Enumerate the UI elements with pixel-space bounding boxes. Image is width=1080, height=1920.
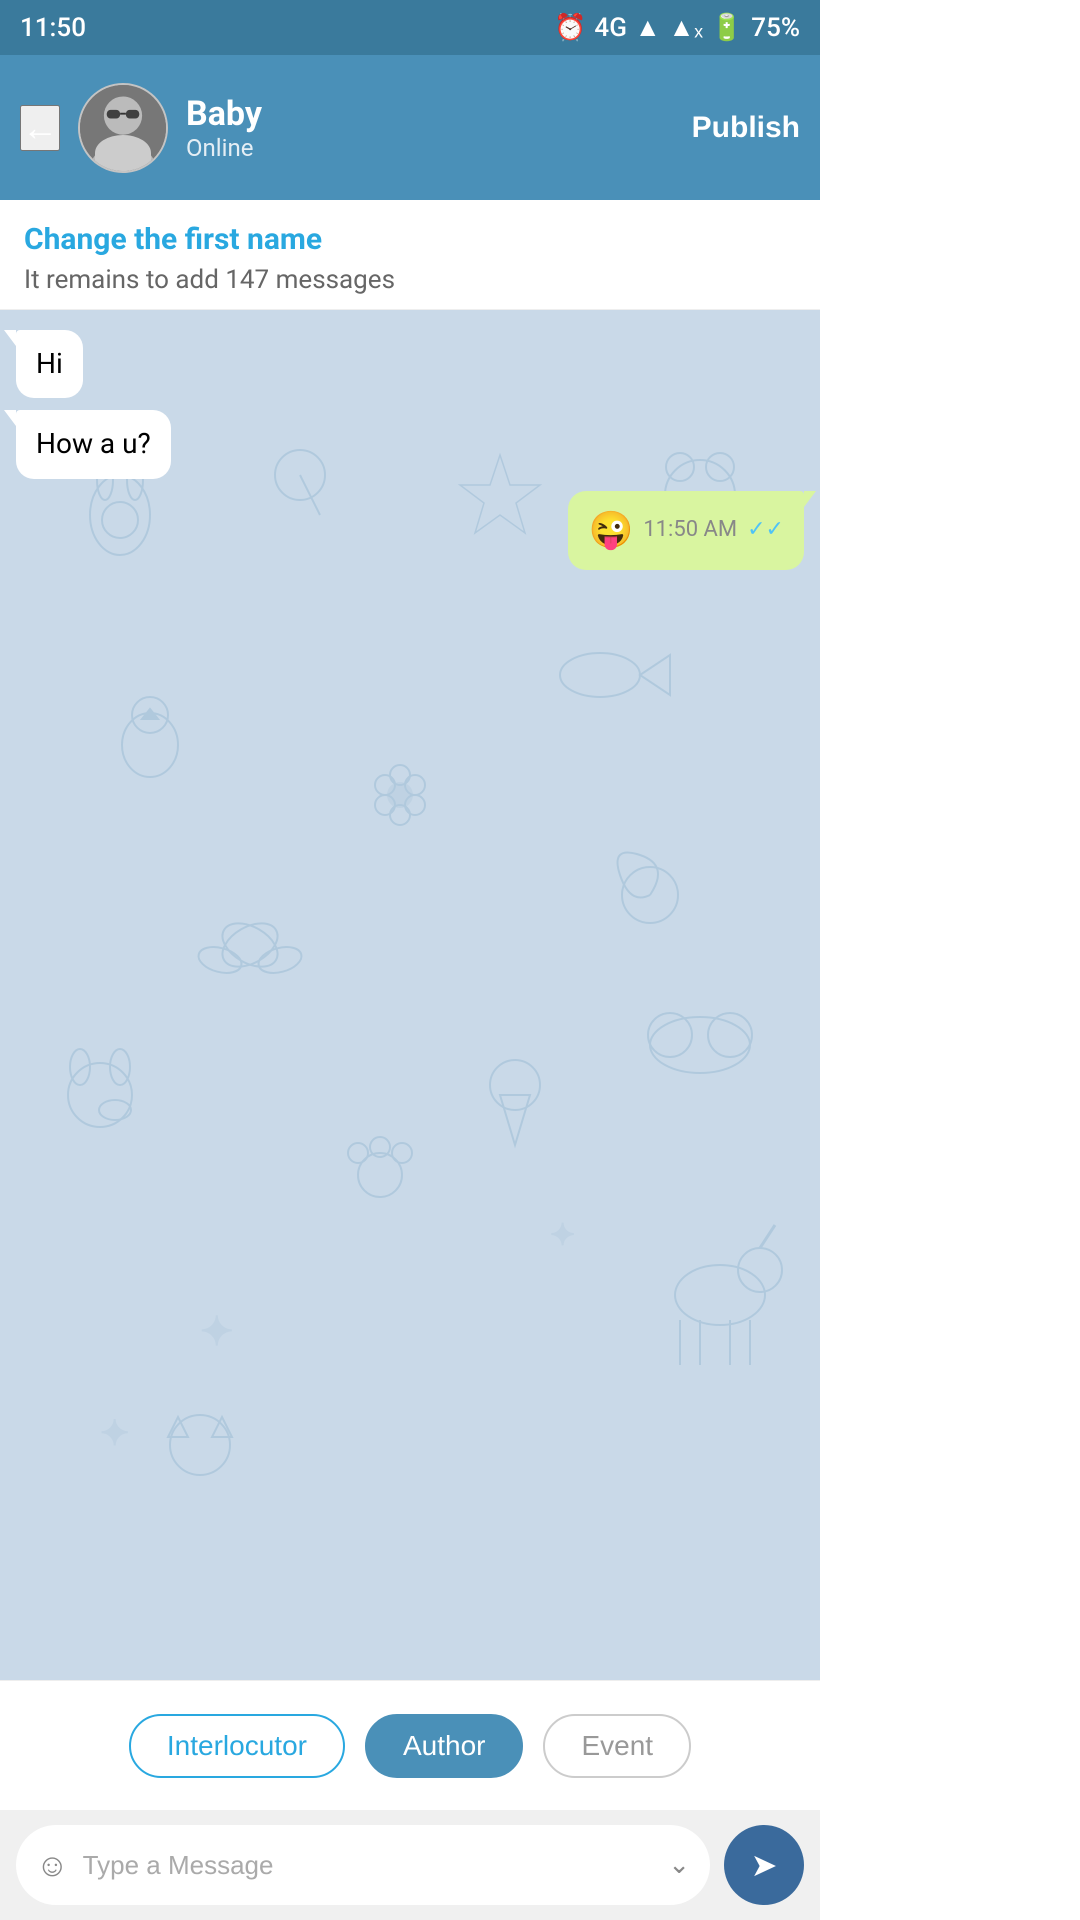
interlocutor-button[interactable]: Interlocutor (129, 1714, 345, 1778)
message-input-wrapper: ☺ ⌄ (16, 1825, 710, 1905)
battery-icon: 🔋 (711, 13, 743, 43)
message-text: How a u? (36, 427, 151, 460)
status-right: ⏰ 4G ▲ ▲ₓ 🔋 75% (554, 12, 800, 43)
signal-label: 4G (594, 13, 627, 43)
message-ticks: ✓✓ (747, 516, 784, 545)
message-emoji: 😜 (588, 507, 633, 554)
message-bubble: Hi (16, 330, 83, 398)
send-button[interactable]: ➤ (724, 1825, 804, 1905)
contact-info: Baby Online (186, 94, 262, 162)
chat-header: ← Baby Online Publish (0, 55, 820, 200)
contact-avatar[interactable] (78, 83, 168, 173)
input-area: ☺ ⌄ ➤ (0, 1810, 820, 1920)
signal-icon-2: ▲ₓ (669, 12, 703, 43)
status-time: 11:50 (20, 13, 86, 43)
battery-label: 75% (751, 13, 800, 43)
publish-button[interactable]: Publish (692, 111, 800, 145)
signal-icon: ▲ (635, 12, 661, 43)
message-bubble: How a u? (16, 410, 171, 478)
alarm-icon: ⏰ (554, 13, 586, 43)
banner-title: Change the first name (24, 222, 796, 257)
svg-text:✦: ✦ (200, 1308, 234, 1355)
send-icon: ➤ (751, 1846, 778, 1884)
chevron-down-icon: ⌄ (668, 1850, 690, 1880)
back-button[interactable]: ← (20, 105, 60, 151)
banner: Change the first name It remains to add … (0, 200, 820, 310)
message-time: 11:50 AM (643, 516, 737, 545)
message-input[interactable] (83, 1850, 655, 1881)
author-button[interactable]: Author (365, 1714, 524, 1778)
message-text: Hi (36, 347, 63, 380)
contact-status: Online (186, 134, 262, 162)
emoji-button[interactable]: ☺ (36, 1849, 69, 1881)
messages-container: Hi How a u? 😜 11:50 AM ✓✓ (0, 310, 820, 590)
svg-text:✦: ✦ (550, 1218, 575, 1253)
event-button[interactable]: Event (543, 1714, 691, 1778)
status-bar: 11:50 ⏰ 4G ▲ ▲ₓ 🔋 75% (0, 0, 820, 55)
role-selector: Interlocutor Author Event (0, 1680, 820, 1810)
avatar-image (80, 85, 166, 171)
emoji-icon: ☺ (36, 1847, 69, 1883)
banner-subtitle: It remains to add 147 messages (24, 265, 796, 295)
chat-area: ✦ ✦ ✦ Hi How a u? 😜 11:5 (0, 310, 820, 1680)
contact-name: Baby (186, 94, 262, 134)
svg-text:✦: ✦ (100, 1413, 129, 1454)
message-bubble: 😜 11:50 AM ✓✓ (568, 491, 804, 570)
header-left: ← Baby Online (20, 83, 262, 173)
